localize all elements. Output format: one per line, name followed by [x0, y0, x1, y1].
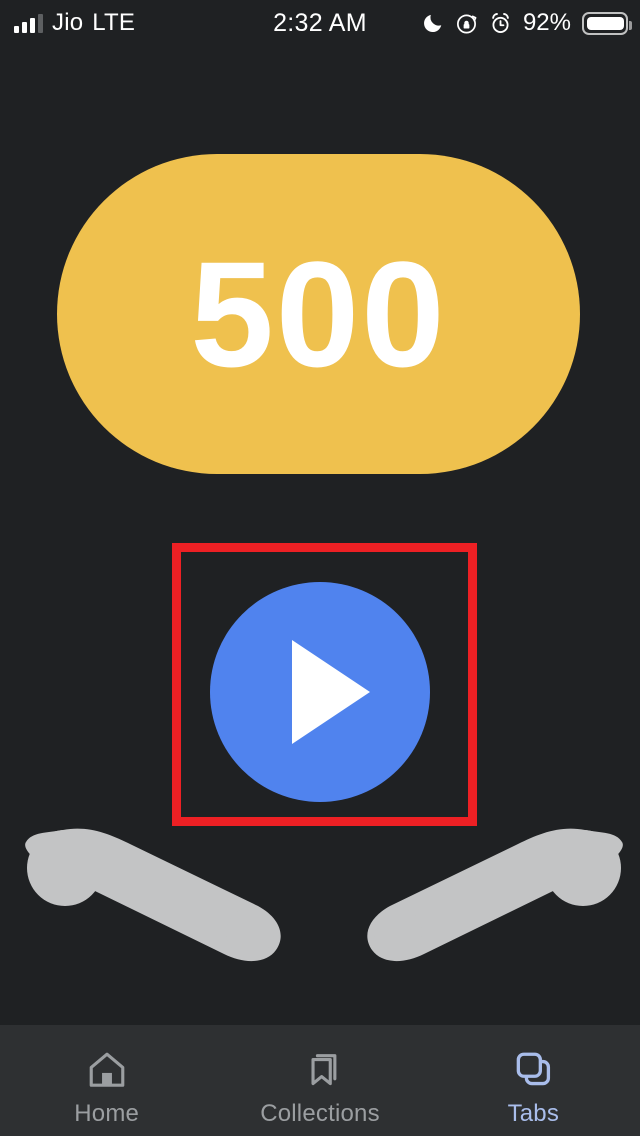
bookmark-icon: [311, 1054, 337, 1086]
annotation-highlight-box: [172, 543, 477, 826]
score-pill: 500: [57, 154, 580, 474]
battery-fill: [586, 16, 625, 30]
home-icon: [89, 1052, 124, 1087]
flipper-left-shape: [25, 828, 281, 962]
nav-label-tabs: Tabs: [507, 1100, 560, 1127]
battery-percent-label: 92%: [522, 9, 571, 36]
tabs-stack-icon: [516, 1052, 551, 1086]
score-value: 500: [190, 230, 447, 398]
nav-label-home: Home: [74, 1100, 140, 1127]
status-bar-right: 92%: [422, 0, 632, 46]
alarm-clock-icon: [492, 12, 509, 33]
flipper-right-shape: [367, 828, 623, 962]
rotation-lock-icon: [456, 13, 477, 33]
bottom-navigation-bar: Home Collections Tabs: [0, 1025, 640, 1136]
nav-label-collections: Collections: [260, 1100, 380, 1127]
status-bar: Jio LTE 2:32 AM 92%: [0, 0, 640, 46]
game-canvas: 500: [0, 46, 640, 1025]
battery-icon: [582, 11, 632, 35]
nav-item-collections[interactable]: Collections: [213, 1025, 426, 1127]
nav-item-tabs[interactable]: Tabs: [427, 1025, 640, 1127]
moon-icon: [424, 14, 442, 33]
phone-screen: Jio LTE 2:32 AM 92% 500 Home Collections…: [0, 0, 640, 1136]
nav-item-home[interactable]: Home: [0, 1025, 213, 1127]
